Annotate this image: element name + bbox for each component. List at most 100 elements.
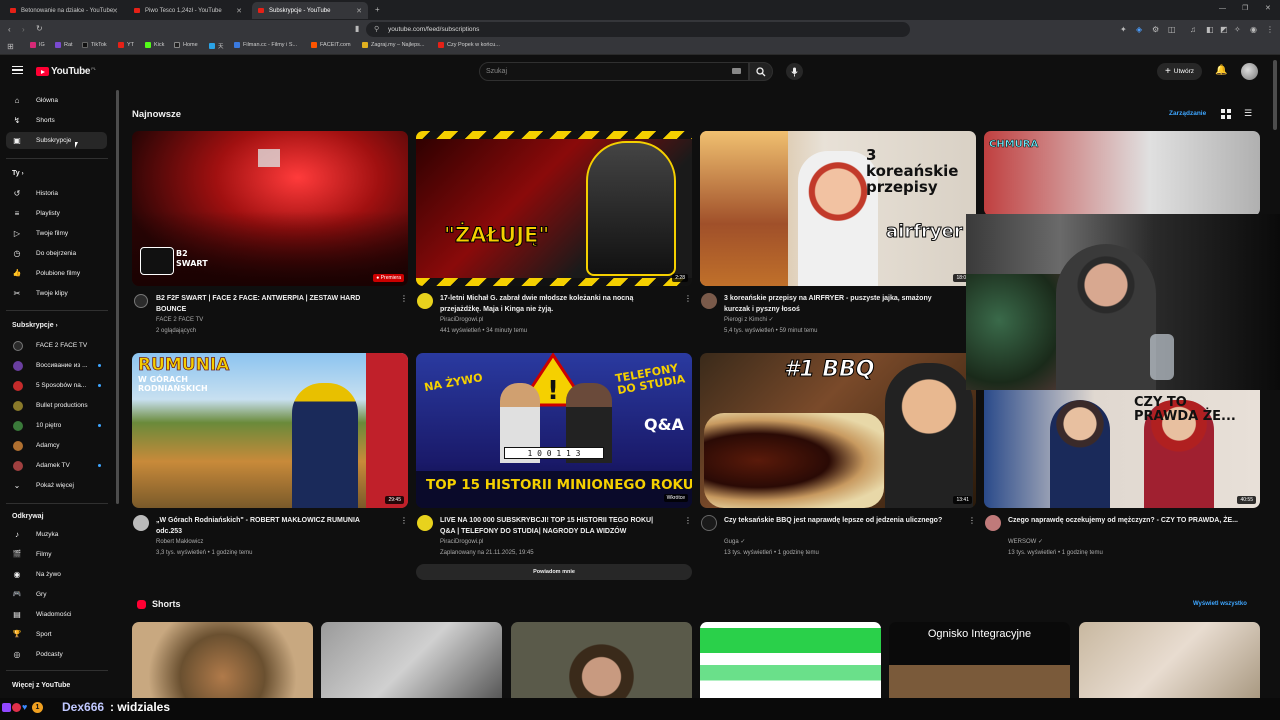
video-thumbnail[interactable]: RUMUNIA W GÓRACH RODNIAŃSKICH 29:45 (132, 353, 408, 508)
sidebar-item-podcasts[interactable]: ◎ Podcasty (6, 646, 107, 663)
sidebar-section-you[interactable]: Ty › (12, 170, 24, 177)
video-thumbnail[interactable]: CZY TO PRAWDA ŻE... 40:55 (984, 390, 1260, 508)
video-title[interactable]: 17-letni Michał G. zabrał dwie młodsze k… (440, 293, 670, 315)
sidebar-item-live[interactable]: ◉ Na żywo (6, 566, 107, 583)
short-thumbnail[interactable] (1079, 622, 1260, 700)
page-scrollbar[interactable] (1273, 60, 1277, 130)
bookmark-page-icon[interactable]: ▮ (355, 25, 359, 33)
channel-avatar[interactable] (417, 293, 433, 309)
media-icon[interactable]: ♫ (1190, 26, 1196, 34)
sidebar-item-history[interactable]: ↺ Historia (6, 185, 107, 202)
extension-icon[interactable]: ✧ (1234, 26, 1241, 34)
video-thumbnail[interactable]: #1 BBQ 13:41 (700, 353, 976, 508)
show-all-link[interactable]: Wyświetl wszystko (1193, 601, 1247, 607)
bookmark-item[interactable]: FACEIT.com (311, 42, 351, 48)
sidebar-subscription-channel[interactable]: Bullet productions (6, 397, 107, 414)
sidebar-show-more[interactable]: ⌄ Pokaż więcej (6, 477, 107, 494)
short-thumbnail[interactable] (511, 622, 692, 700)
sidebar-subscription-channel[interactable]: Adamek TV (6, 457, 107, 474)
sidebar-item-subscriptions[interactable]: ▣ Subskrypcje (6, 132, 107, 149)
bookmark-item[interactable]: Rat (55, 42, 73, 48)
channel-name[interactable]: Robert Makłowicz (156, 537, 203, 548)
apps-grid-icon[interactable]: ⊞ (7, 43, 14, 51)
short-thumbnail[interactable] (700, 622, 881, 700)
more-options-icon[interactable]: ⋮ (684, 517, 692, 525)
video-thumbnail[interactable]: 3 koreańskie przepisy airfryer 18:09 (700, 131, 976, 286)
browser-tab[interactable]: Piwo Tesco 1,24zł - YouTube ✕ (128, 2, 248, 19)
channel-name[interactable]: FACE 2 FACE TV (156, 315, 203, 326)
video-title[interactable]: „W Górach Rodniańskich" - ROBERT MAKŁOWI… (156, 515, 386, 537)
extension-icon[interactable]: ◫ (1168, 26, 1176, 34)
channel-avatar[interactable] (133, 515, 149, 531)
video-title[interactable]: B2 F2F SWART | FACE 2 FACE: ANTWERPIA | … (156, 293, 386, 315)
sidebar-item-news[interactable]: ▤ Wiadomości (6, 606, 107, 623)
sidebar-subscription-channel[interactable]: FACE 2 FACE TV (6, 337, 107, 354)
sidebar-item-shorts[interactable]: ↯ Shorts (6, 112, 107, 129)
sidebar-item-sports[interactable]: 🏆 Sport (6, 626, 107, 643)
browser-tab[interactable]: Betonowanie na działce - YouTube ✕ (4, 2, 124, 19)
account-avatar[interactable] (1241, 63, 1258, 80)
short-thumbnail[interactable] (132, 622, 313, 700)
sidebar-section-subscriptions[interactable]: Subskrypcje › (12, 322, 58, 329)
hamburger-menu-icon[interactable] (12, 66, 23, 74)
site-info-icon[interactable]: ⚲ (374, 25, 379, 33)
channel-name[interactable]: PiraciDrogowi.pl (440, 537, 483, 548)
maximize-icon[interactable]: ❐ (1242, 5, 1248, 13)
video-title[interactable]: LIVE NA 100 000 SUBSKRYBCJI! TOP 15 HIST… (440, 515, 670, 537)
channel-name[interactable]: Pierogi z Kimchi ✓ (724, 315, 774, 326)
grid-view-icon[interactable] (1221, 109, 1231, 119)
channel-avatar[interactable] (985, 515, 1001, 531)
manage-link[interactable]: Zarządzanie (1169, 110, 1206, 117)
search-input[interactable]: Szukaj (479, 62, 749, 81)
channel-name[interactable]: PiraciDrogowi.pl (440, 315, 483, 326)
bookmark-item[interactable]: TikTok (82, 42, 107, 48)
bookmark-item[interactable]: 天 (209, 42, 224, 50)
close-tab-icon[interactable]: ✕ (112, 7, 118, 15)
list-view-icon[interactable]: ☰ (1244, 108, 1252, 119)
sidebar-item-music[interactable]: ♪ Muzyka (6, 526, 107, 543)
keyboard-icon[interactable] (732, 68, 741, 74)
sidebar-item-movies[interactable]: 🎬 Filmy (6, 546, 107, 563)
channel-avatar[interactable] (417, 515, 433, 531)
search-button[interactable] (749, 62, 773, 81)
channel-avatar[interactable] (134, 294, 148, 308)
address-bar[interactable]: ⚲ youtube.com/feed/subscriptions (366, 22, 910, 37)
close-tab-icon[interactable]: ✕ (236, 7, 242, 15)
more-options-icon[interactable]: ⋮ (968, 517, 976, 525)
sidebar-item-watch-later[interactable]: ◷ Do obejrzenia (6, 245, 107, 262)
video-title[interactable]: 3 koreańskie przepisy na AIRFRYER - pusz… (724, 293, 954, 315)
bookmark-item[interactable]: Filman.cc - Filmy i S... (234, 42, 297, 48)
close-tab-icon[interactable]: ✕ (356, 7, 362, 15)
more-options-icon[interactable]: ⋮ (400, 295, 408, 303)
sidebar-item-home[interactable]: ⌂ Główna (6, 92, 107, 109)
extensions-puzzle-icon[interactable]: ◩ (1220, 26, 1228, 34)
video-title[interactable]: Czego naprawdę oczekujemy od mężczyzn? -… (1008, 515, 1238, 526)
channel-avatar[interactable] (701, 515, 717, 531)
channel-name[interactable]: WERSOW ✓ (1008, 537, 1043, 548)
sidebar-scrollbar[interactable] (116, 90, 119, 504)
reload-icon[interactable]: ↻ (36, 25, 43, 33)
bookmark-item[interactable]: Zagraj.my – Najleps... (362, 42, 425, 48)
sidebar-subscription-channel[interactable]: 10 piętro (6, 417, 107, 434)
extension-icon[interactable]: ◈ (1136, 26, 1142, 34)
video-thumbnail[interactable]: CHMURA (984, 131, 1260, 216)
short-thumbnail[interactable]: Ognisko Integracyjne (889, 622, 1070, 700)
sidebar-item-gaming[interactable]: 🎮 Gry (6, 586, 107, 603)
channel-avatar[interactable] (701, 293, 717, 309)
sidebar-item-liked-videos[interactable]: 👍 Polubione filmy (6, 265, 107, 282)
browser-tab-active[interactable]: Subskrypcje - YouTube ✕ (252, 2, 368, 19)
sidebar-subscription-channel[interactable]: 5 Sposobów na... (6, 377, 107, 394)
sidebar-item-your-videos[interactable]: ▷ Twoje filmy (6, 225, 107, 242)
sidebar-icon[interactable]: ◧ (1206, 26, 1214, 34)
bookmark-item[interactable]: IG (30, 42, 45, 48)
bookmark-item[interactable]: Kick (145, 42, 164, 48)
bookmark-item[interactable]: Czy Popek w końcu... (438, 42, 500, 48)
video-thumbnail[interactable]: "ŻAŁUJĘ" 2:28 (416, 131, 692, 286)
close-window-icon[interactable]: ✕ (1265, 5, 1271, 13)
more-options-icon[interactable]: ⋮ (400, 517, 408, 525)
extension-icon[interactable]: ✦ (1120, 26, 1127, 34)
youtube-logo[interactable]: YouTube PL (36, 66, 96, 77)
notify-me-button[interactable]: Powiadom mnie (416, 564, 692, 580)
sidebar-item-your-clips[interactable]: ✂ Twoje klipy (6, 285, 107, 302)
voice-search-button[interactable] (786, 63, 803, 80)
